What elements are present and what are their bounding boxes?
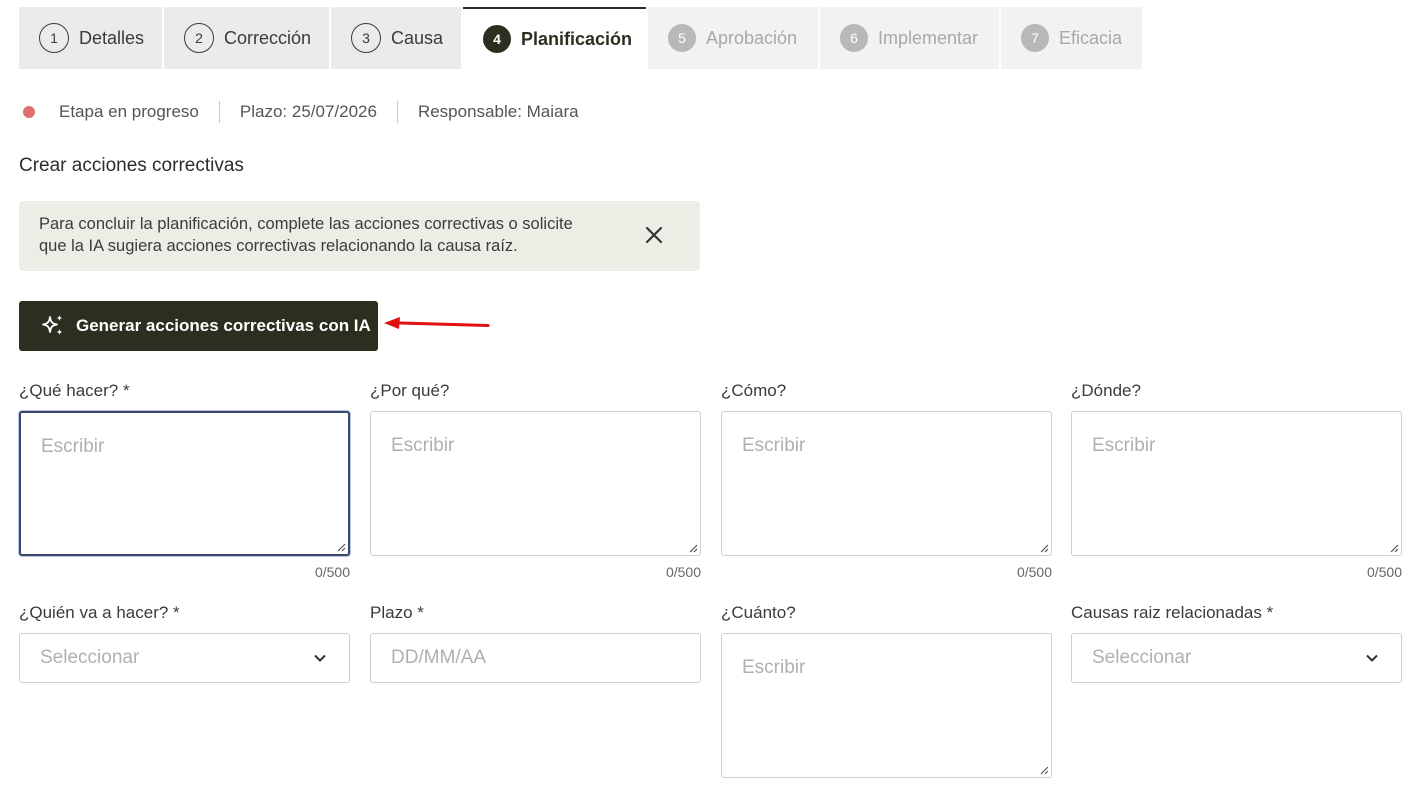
section-title: Crear acciones correctivas: [19, 155, 244, 176]
tab-eficacia[interactable]: 7 Eficacia: [1001, 7, 1142, 69]
placeholder: Seleccionar: [1092, 647, 1192, 668]
step-number: 6: [840, 24, 868, 52]
resize-handle-icon[interactable]: [688, 543, 698, 553]
sparkles-icon: [42, 315, 63, 335]
info-banner: Para concluir la planificación, complete…: [19, 201, 700, 271]
step-number: 1: [39, 23, 69, 53]
step-label: Causa: [391, 27, 444, 48]
placeholder: Escribir: [1092, 435, 1156, 456]
placeholder: DD/MM/AA: [391, 647, 486, 668]
stepper-tabs: 1 Detalles 2 Corrección 3 Causa 4 Planif…: [19, 7, 1144, 69]
causas-select[interactable]: Seleccionar: [1071, 633, 1402, 683]
step-number: 4: [483, 25, 511, 53]
quien-label: ¿Quién va a hacer? *: [19, 603, 180, 622]
step-label: Detalles: [79, 27, 145, 48]
divider: [396, 101, 398, 123]
como-textarea[interactable]: Escribir: [721, 411, 1052, 556]
generate-ai-actions-button[interactable]: Generar acciones correctivas con IA: [19, 301, 378, 351]
annotation-arrow-icon: [384, 317, 490, 329]
stage-deadline: Plazo: 25/07/2026: [239, 102, 377, 121]
cuanto-label: ¿Cuánto?: [721, 603, 796, 622]
causas-label: Causas raiz relacionadas *: [1071, 603, 1274, 622]
stage-status-row: Etapa en progreso Plazo: 25/07/2026 Resp…: [23, 99, 579, 125]
que-hacer-textarea[interactable]: Escribir: [19, 411, 350, 556]
step-label: Corrección: [224, 27, 312, 48]
placeholder: Escribir: [41, 436, 105, 457]
cuanto-textarea[interactable]: Escribir: [721, 633, 1052, 778]
tab-aprobacion[interactable]: 5 Aprobación: [648, 7, 818, 69]
tab-detalles[interactable]: 1 Detalles: [19, 7, 162, 69]
step-number: 5: [668, 24, 696, 52]
info-line: Para concluir la planificación, complete…: [39, 215, 573, 233]
char-counter: 0/500: [665, 564, 701, 580]
tab-causa[interactable]: 3 Causa: [331, 7, 461, 69]
donde-textarea[interactable]: Escribir: [1071, 411, 1402, 556]
placeholder: Seleccionar: [40, 647, 140, 668]
info-text: Para concluir la planificación, complete…: [39, 213, 619, 257]
status-dot: [23, 106, 35, 118]
resize-handle-icon[interactable]: [336, 542, 346, 552]
donde-label: ¿Dónde?: [1071, 381, 1141, 400]
plazo-label: Plazo *: [370, 603, 424, 622]
tab-implementar[interactable]: 6 Implementar: [820, 7, 999, 69]
step-label: Aprobación: [706, 27, 798, 48]
tab-planificacion[interactable]: 4 Planificación: [463, 7, 646, 69]
resize-handle-icon[interactable]: [1039, 765, 1049, 775]
ai-button-label: Generar acciones correctivas con IA: [76, 316, 371, 335]
step-label: Eficacia: [1059, 27, 1123, 48]
step-label: Implementar: [878, 27, 979, 48]
por-que-textarea[interactable]: Escribir: [370, 411, 701, 556]
info-line: que la IA sugiera acciones correctivas r…: [39, 237, 518, 255]
divider: [218, 101, 220, 123]
placeholder: Escribir: [391, 435, 455, 456]
stage-state: Etapa en progreso: [59, 102, 199, 121]
chevron-down-icon: [1366, 654, 1378, 662]
char-counter: 0/500: [1016, 564, 1052, 580]
close-icon[interactable]: [642, 223, 666, 247]
step-number: 3: [351, 23, 381, 53]
stage-owner: Responsable: Maiara: [417, 102, 579, 121]
plazo-date-input[interactable]: DD/MM/AA: [370, 633, 701, 683]
char-counter: 0/500: [1366, 564, 1402, 580]
chevron-down-icon: [314, 654, 326, 662]
quien-select[interactable]: Seleccionar: [19, 633, 350, 683]
resize-handle-icon[interactable]: [1389, 543, 1399, 553]
que-hacer-label: ¿Qué hacer? *: [19, 381, 130, 400]
por-que-label: ¿Por qué?: [370, 381, 450, 400]
step-number: 7: [1021, 24, 1049, 52]
char-counter: 0/500: [314, 564, 350, 580]
step-number: 2: [184, 23, 214, 53]
resize-handle-icon[interactable]: [1039, 543, 1049, 553]
placeholder: Escribir: [742, 657, 806, 678]
placeholder: Escribir: [742, 435, 806, 456]
step-label: Planificación: [521, 28, 633, 49]
como-label: ¿Cómo?: [721, 381, 787, 400]
tab-correccion[interactable]: 2 Corrección: [164, 7, 329, 69]
